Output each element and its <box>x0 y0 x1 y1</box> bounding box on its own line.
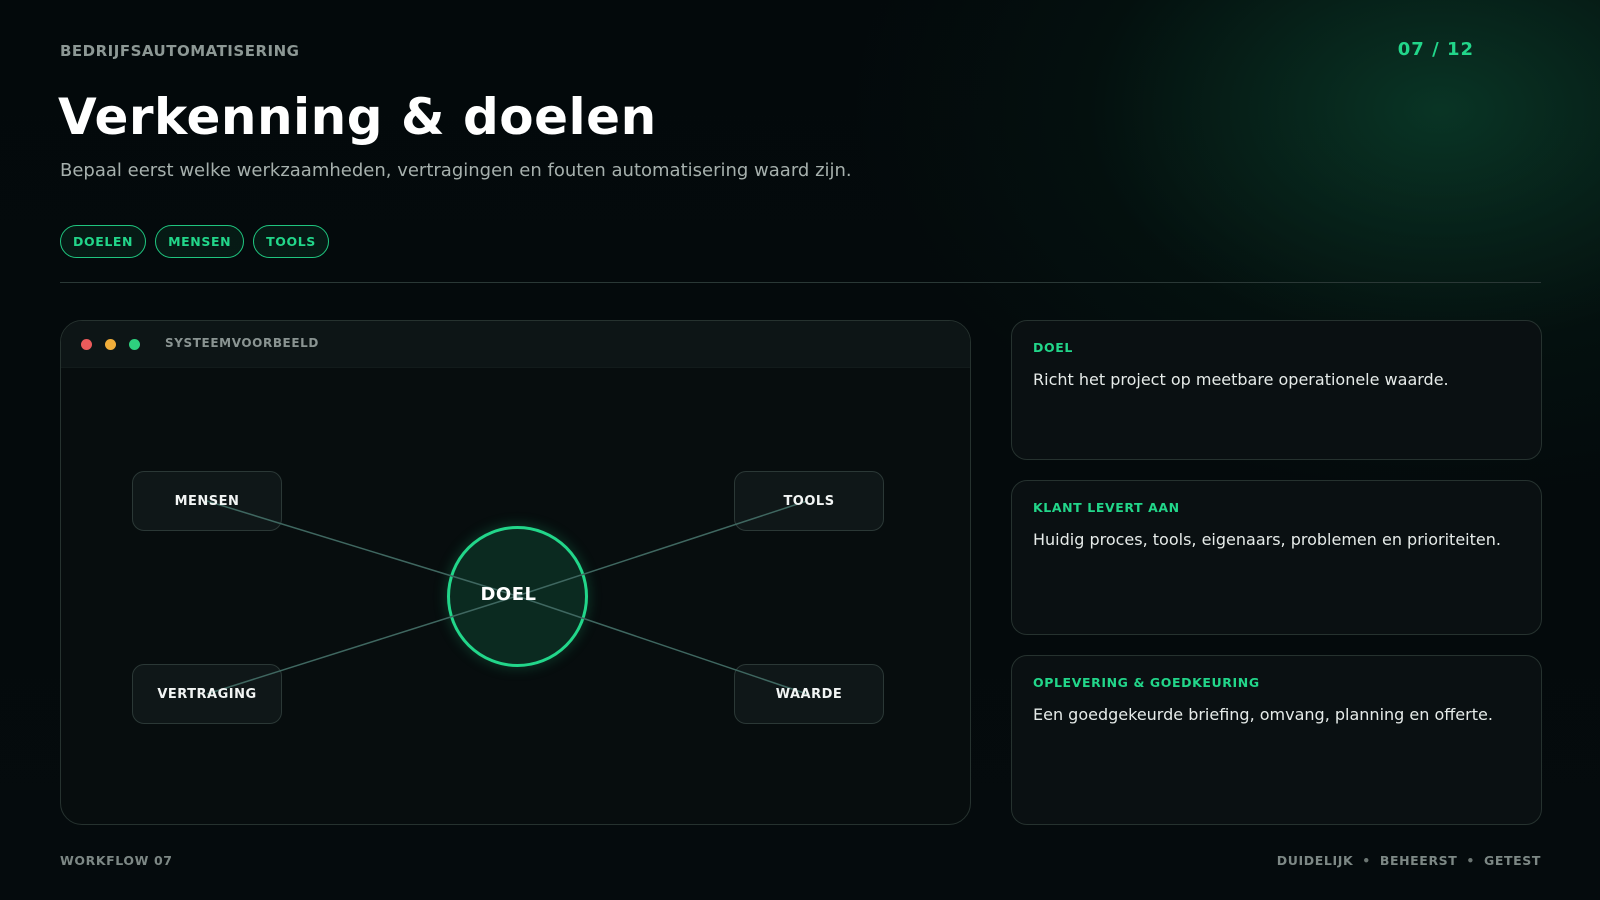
card-label: OPLEVERING & GOEDKEURING <box>1033 675 1260 690</box>
card-doel: DOEL Richt het project op meetbare opera… <box>1011 320 1542 460</box>
card-text: Richt het project op meetbare operatione… <box>1033 370 1449 389</box>
card-oplevering: OPLEVERING & GOEDKEURING Een goedgekeurd… <box>1011 655 1542 825</box>
connector-tools <box>516 500 808 597</box>
card-klant-levert-aan: KLANT LEVERT AAN Huidig proces, tools, e… <box>1011 480 1542 635</box>
footer-principle: BEHEERST <box>1379 853 1458 868</box>
connector-mensen <box>206 500 518 597</box>
footer-principle: GETEST <box>1484 853 1541 868</box>
tag-tools: TOOLS <box>253 225 329 258</box>
card-label: KLANT LEVERT AAN <box>1033 500 1180 515</box>
card-label: DOEL <box>1033 340 1073 355</box>
diagram-connectors <box>206 500 808 695</box>
footer-principle: DUIDELIJK <box>1276 853 1354 868</box>
page-title: Verkenning & doelen <box>58 88 657 146</box>
center-goal-label: DOEL <box>480 584 537 605</box>
page-subtitle: Bepaal eerst welke werkzaamheden, vertra… <box>60 160 852 181</box>
node-label-mensen: MENSEN <box>174 494 240 509</box>
connector-vertraging <box>206 595 518 695</box>
node-label-waarde: WAARDE <box>775 687 843 702</box>
system-preview-panel: SYSTEEMVOORBEELD DOEL MENSEN TOOLS VERTR… <box>60 320 971 825</box>
footer-principles: DUIDELIJK • BEHEERST • GETEST <box>1277 853 1541 868</box>
page-counter: 07 / 12 <box>1397 39 1474 60</box>
node-label-vertraging: VERTRAGING <box>157 687 257 702</box>
connector-waarde <box>516 595 808 695</box>
footer-separator: • <box>1362 853 1371 868</box>
tag-mensen: MENSEN <box>155 225 245 258</box>
card-text: Een goedgekeurde briefing, omvang, plann… <box>1033 705 1493 724</box>
eyebrow-label: BEDRIJFSAUTOMATISERING <box>60 42 300 60</box>
card-text: Huidig proces, tools, eigenaars, problem… <box>1033 530 1501 549</box>
divider <box>60 282 1541 283</box>
tag-list: DOELEN MENSEN TOOLS <box>60 225 329 258</box>
node-label-tools: TOOLS <box>783 494 835 509</box>
footer-workflow: WORKFLOW 07 <box>60 853 173 868</box>
tag-doelen: DOELEN <box>60 225 147 258</box>
goal-diagram: DOEL MENSEN TOOLS VERTRAGING WAARDE <box>61 321 970 824</box>
footer-separator: • <box>1466 853 1475 868</box>
